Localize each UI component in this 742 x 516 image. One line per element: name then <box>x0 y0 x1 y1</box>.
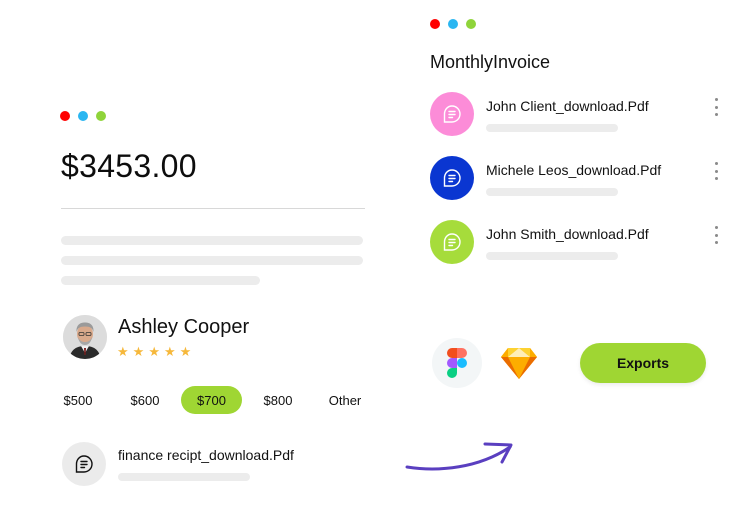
invoice-file-name[interactable]: John Smith_download.Pdf <box>486 226 649 242</box>
more-options-icon[interactable] <box>710 98 722 116</box>
amount-option-500[interactable]: $500 <box>56 386 100 414</box>
placeholder-line <box>486 124 618 132</box>
window-controls-left <box>60 111 106 121</box>
document-icon <box>443 233 461 251</box>
divider <box>61 208 365 209</box>
invoice-file-name[interactable]: Michele Leos_download.Pdf <box>486 162 661 178</box>
amount-option-800[interactable]: $800 <box>256 386 300 414</box>
user-name: Ashley Cooper <box>118 316 250 338</box>
close-dot-icon <box>430 19 440 29</box>
amount-option-700[interactable]: $700 <box>181 386 242 414</box>
minimize-dot-icon <box>78 111 88 121</box>
star-icon: ★ <box>179 344 192 359</box>
arrow-icon <box>405 442 513 471</box>
placeholder-line <box>486 188 618 196</box>
maximize-dot-icon <box>466 19 476 29</box>
star-icon: ★ <box>132 344 145 359</box>
sketch-app-tile[interactable] <box>494 338 544 388</box>
star-icon: ★ <box>117 344 129 359</box>
amount-option-other[interactable]: Other <box>322 386 368 414</box>
more-options-icon[interactable] <box>710 162 722 180</box>
more-options-icon[interactable] <box>710 226 722 244</box>
invoice-file-icon-wrap[interactable] <box>430 220 474 264</box>
rating-stars: ★ ★ ★ ★ ★ <box>117 345 191 358</box>
minimize-dot-icon <box>448 19 458 29</box>
window-controls-right <box>430 19 476 29</box>
document-icon <box>443 169 461 187</box>
placeholder-line <box>61 256 363 265</box>
placeholder-line <box>61 236 363 245</box>
figma-app-tile[interactable] <box>432 338 482 388</box>
exports-button[interactable]: Exports <box>580 343 706 383</box>
invoice-file-icon-wrap[interactable] <box>430 92 474 136</box>
avatar <box>63 315 107 359</box>
invoice-file-icon-wrap[interactable] <box>430 156 474 200</box>
sketch-icon <box>501 348 537 379</box>
receipt-file-name[interactable]: finance recipt_download.Pdf <box>118 447 294 463</box>
star-icon: ★ <box>163 344 176 359</box>
placeholder-line <box>118 473 250 481</box>
placeholder-line <box>486 252 618 260</box>
payment-amount: $3453.00 <box>61 148 197 184</box>
placeholder-line <box>61 276 260 285</box>
star-icon: ★ <box>148 344 160 359</box>
figma-icon <box>447 348 467 378</box>
amount-option-600[interactable]: $600 <box>122 386 168 414</box>
close-dot-icon <box>60 111 70 121</box>
document-icon <box>75 455 93 473</box>
maximize-dot-icon <box>96 111 106 121</box>
document-icon <box>443 105 461 123</box>
invoice-title: MonthlyInvoice <box>430 52 551 72</box>
receipt-file-icon-wrap[interactable] <box>62 442 106 486</box>
invoice-file-name[interactable]: John Client_download.Pdf <box>486 98 649 114</box>
